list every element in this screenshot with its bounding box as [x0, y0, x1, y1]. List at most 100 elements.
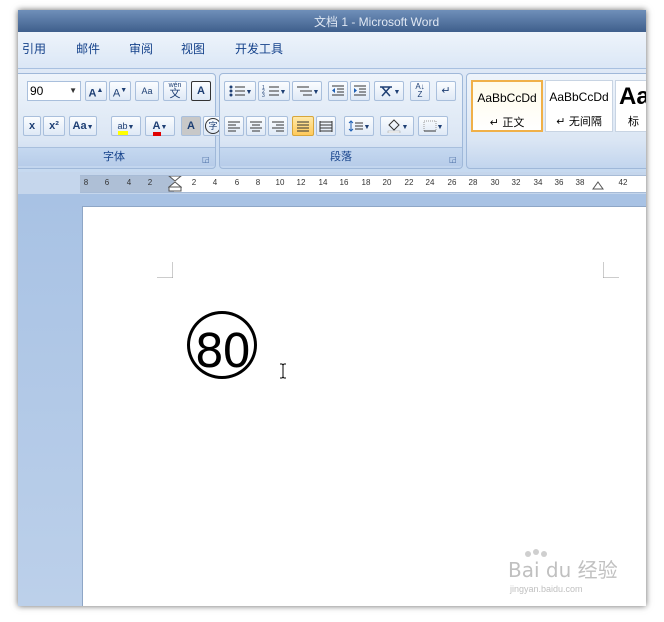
ruler-label: 30 [490, 178, 500, 187]
shrink-font-button[interactable]: A▼ [109, 81, 131, 101]
align-center-button[interactable] [246, 116, 266, 136]
font-color-button[interactable]: A▼ [145, 116, 175, 136]
ruler-label: 20 [382, 178, 392, 187]
style-name: 标 [628, 115, 639, 128]
indent-marker-icon[interactable] [168, 176, 182, 192]
multilevel-list-icon [296, 86, 312, 96]
line-spacing-icon [348, 120, 363, 132]
margin-corner-top-left [157, 262, 173, 278]
style-name: ↵ 正文 [489, 116, 525, 129]
title-bar: 文档 1 - Microsoft Word [18, 10, 646, 32]
document-page[interactable]: 80 [82, 206, 646, 606]
watermark: Bai du 经验 jingyan.baidu.com [488, 548, 628, 600]
shading-button[interactable]: ▼ [380, 116, 414, 136]
tab-developer[interactable]: 开发工具 [235, 40, 283, 57]
numbering-button[interactable]: 1 2 3 ▼ [258, 81, 290, 101]
chinese-layout-button[interactable]: ▼ [374, 81, 404, 101]
ruler-label: 36 [554, 178, 564, 187]
word-window: 文档 1 - Microsoft Word 引用 邮件 审阅 视图 开发工具 9… [18, 10, 646, 606]
svg-text:3: 3 [262, 93, 265, 98]
character-border-button[interactable]: A [191, 81, 211, 101]
increase-indent-button[interactable] [350, 81, 370, 101]
tab-review[interactable]: 审阅 [129, 40, 153, 57]
align-left-button[interactable] [224, 116, 244, 136]
ruler-label: 10 [275, 178, 285, 187]
style-no-spacing[interactable]: AaBbCcDd ↵ 无间隔 [545, 80, 613, 132]
ruler-label: 22 [404, 178, 414, 187]
ruler-label: 38 [575, 178, 585, 187]
font-group-label: 字体 [18, 147, 215, 166]
distributed-button[interactable] [316, 116, 336, 136]
ruler-label: 42 [618, 178, 628, 187]
ruler-label: 34 [533, 178, 543, 187]
tab-mailings[interactable]: 邮件 [76, 40, 100, 57]
style-heading[interactable]: Aa 标 [615, 80, 646, 132]
superscript-button[interactable]: x² [43, 116, 65, 136]
dialog-launcher-icon[interactable]: ◲ [449, 155, 458, 164]
ruler-label: 26 [447, 178, 457, 187]
paint-bucket-icon [387, 119, 400, 134]
ruler-label: 16 [339, 178, 349, 187]
watermark-text: Bai du 经验 [508, 558, 618, 582]
multilevel-list-button[interactable]: ▼ [292, 81, 322, 101]
clear-formatting-button[interactable]: Aa [135, 81, 159, 101]
show-formatting-button[interactable]: ↵ [436, 81, 456, 101]
decrease-indent-button[interactable] [328, 81, 348, 101]
line-spacing-button[interactable]: ▼ [344, 116, 374, 136]
margin-corner-top-right [603, 262, 619, 278]
chinese-layout-icon [379, 86, 392, 97]
ruler-label: 4 [126, 178, 132, 187]
enclosed-character-text: 80 [194, 324, 252, 378]
ruler-label: 6 [234, 178, 240, 187]
right-indent-marker-icon[interactable] [592, 181, 604, 191]
tab-references[interactable]: 引用 [22, 40, 46, 57]
bullets-button[interactable]: ▼ [224, 81, 256, 101]
bullet-list-icon [229, 85, 245, 97]
ruler-label: 4 [212, 178, 218, 187]
align-right-button[interactable] [268, 116, 288, 136]
paragraph-group: ▼ 1 2 3 ▼ ▼ ▼ A↓ Z ↵ ▼ ▼ ▼ 段落 ◲ [219, 73, 463, 169]
text-highlight-button[interactable]: ab▼ [111, 116, 141, 136]
ruler-label: 24 [425, 178, 435, 187]
distributed-icon [319, 121, 333, 133]
decrease-indent-icon [332, 85, 344, 96]
increase-indent-icon [354, 85, 366, 96]
ribbon: 90 ▼ A▲ A▼ Aa wén 文 A x x² Aa▼ ab▼ A▼ A 字… [18, 68, 646, 173]
grow-font-button[interactable]: A▲ [85, 81, 107, 101]
style-normal[interactable]: AaBbCcDd ↵ 正文 [471, 80, 543, 132]
align-left-icon [228, 121, 240, 132]
style-name: ↵ 无间隔 [556, 115, 602, 128]
tab-view[interactable]: 视图 [181, 40, 205, 57]
ruler-label: 2 [147, 178, 153, 187]
window-title: 文档 1 - Microsoft Word [314, 15, 440, 29]
character-shading-button[interactable]: A [181, 116, 201, 136]
ruler-label: 18 [361, 178, 371, 187]
change-case-button[interactable]: Aa▼ [69, 116, 97, 136]
font-size-value: 90 [30, 84, 44, 98]
horizontal-ruler-row: 8 6 4 2 2 4 6 8 10 12 14 16 18 20 22 24 … [18, 172, 646, 194]
dialog-launcher-icon[interactable]: ◲ [202, 155, 211, 164]
enclosed-character[interactable]: 80 [187, 311, 257, 379]
document-workspace: 80 [18, 194, 646, 606]
phonetic-guide-button[interactable]: wén 文 [163, 81, 187, 101]
ruler-label: 2 [191, 178, 197, 187]
ruler-label: 28 [468, 178, 478, 187]
style-sample: AaBbCcDd [549, 90, 609, 104]
horizontal-ruler[interactable]: 8 6 4 2 2 4 6 8 10 12 14 16 18 20 22 24 … [80, 175, 646, 193]
font-size-combo[interactable]: 90 ▼ [27, 81, 81, 101]
highlighter-icon: ab [117, 121, 128, 135]
font-group: 90 ▼ A▲ A▼ Aa wén 文 A x x² Aa▼ ab▼ A▼ A 字… [18, 73, 223, 169]
border-icon [423, 120, 437, 132]
sort-button[interactable]: A↓ Z [410, 81, 430, 101]
ruler-label: 8 [83, 178, 89, 187]
style-sample: Aa [619, 83, 646, 110]
justify-button[interactable] [292, 116, 314, 136]
font-color-icon: A [152, 120, 161, 136]
ruler-label: 6 [104, 178, 110, 187]
borders-button[interactable]: ▼ [418, 116, 448, 136]
sort-az-icon: A↓ Z [415, 82, 425, 99]
subscript-button[interactable]: x [23, 116, 41, 136]
text-cursor-icon [280, 363, 286, 379]
ruler-label: 8 [255, 178, 261, 187]
paragraph-group-label: 段落 [220, 147, 462, 166]
